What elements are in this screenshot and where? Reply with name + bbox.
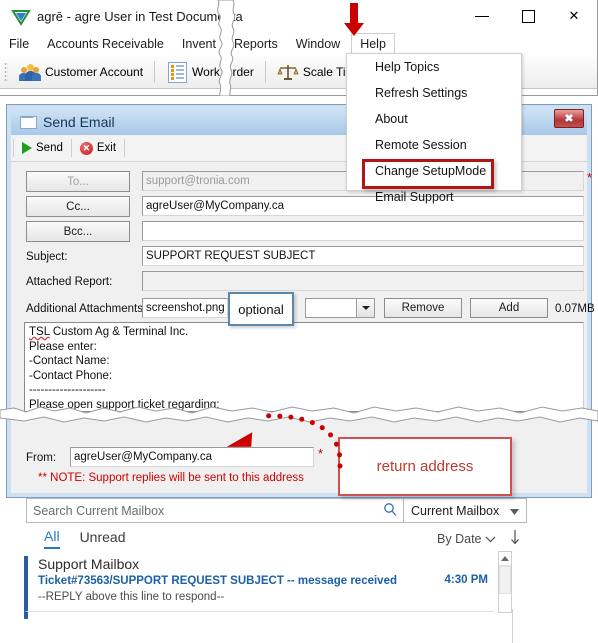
bcc-field[interactable]	[142, 221, 584, 241]
body-line-4: -Contact Phone:	[29, 369, 113, 382]
tab-all[interactable]: All	[44, 528, 60, 549]
attached-report-field[interactable]	[142, 271, 584, 291]
agre-triangle-logo-icon	[11, 8, 31, 26]
from-label: From:	[26, 452, 57, 464]
subject-field[interactable]: SUPPORT REQUEST SUBJECT	[142, 246, 584, 266]
red-x-circle-icon: ✕	[79, 141, 93, 155]
subject-label: Subject:	[26, 251, 68, 263]
search-placeholder: Search Current Mailbox	[33, 503, 165, 518]
toolbar-separator	[154, 61, 156, 83]
mailbox-scope-dropdown[interactable]: Current Mailbox	[404, 498, 527, 523]
green-play-icon	[22, 142, 32, 154]
maximize-button[interactable]	[505, 0, 551, 32]
cc-button[interactable]: Cc...	[26, 196, 130, 217]
toolbar-button-customer-account[interactable]: Customer Account	[12, 60, 150, 84]
outlook-filter-tabs: All Unread	[44, 528, 125, 549]
send-button[interactable]: Send	[14, 140, 71, 156]
menu-item-window[interactable]: Window	[287, 33, 349, 55]
sort-by-date-button[interactable]: By Date	[437, 532, 496, 546]
email-body-textarea[interactable]: TSL Custom Ag & Terminal Inc. Please ent…	[24, 322, 584, 412]
help-menu-item-help-topics[interactable]: Help Topics	[347, 54, 521, 80]
mail-list-item[interactable]: Support Mailbox Ticket#73563/SUPPORT REQ…	[24, 556, 494, 612]
minimize-icon	[475, 15, 489, 17]
callout-optional: optional	[228, 292, 294, 326]
body-line-1-rest: Custom Ag & Terminal Inc.	[49, 326, 189, 338]
chevron-down-icon	[510, 504, 519, 518]
exit-button[interactable]: ✕ Exit	[72, 140, 124, 157]
message-sender: Support Mailbox	[38, 556, 140, 572]
bcc-button[interactable]: Bcc...	[26, 221, 130, 242]
toolbar-label-customer-account: Customer Account	[45, 65, 144, 79]
people-icon	[19, 62, 41, 82]
attachment-name-field[interactable]: screenshot.png	[142, 298, 228, 318]
chevron-down-icon	[356, 299, 374, 317]
message-time: 4:30 PM	[444, 574, 488, 586]
body-line-2: Please enter:	[29, 340, 97, 353]
window-controls: ✕	[459, 0, 597, 32]
dialog-toolbar-separator	[124, 139, 126, 157]
to-required-marker: *	[587, 170, 593, 185]
body-line-3: -Contact Name:	[29, 355, 110, 367]
toolbar-separator	[264, 61, 266, 83]
close-button[interactable]: ✕	[551, 0, 597, 32]
scale-balance-icon	[277, 62, 299, 82]
toolbar-grip-handle[interactable]	[4, 62, 8, 82]
dotted-red-arrow-annotation	[200, 408, 350, 481]
toolbar-button-work-order[interactable]: Work Order	[159, 60, 261, 84]
scrollbar-thumb[interactable]	[499, 566, 511, 594]
mail-list-scrollbar[interactable]	[498, 551, 512, 613]
sort-direction-button[interactable]	[510, 530, 520, 548]
scroll-up-icon[interactable]	[499, 552, 511, 566]
chevron-down-icon	[485, 532, 496, 546]
maximize-icon	[521, 9, 535, 23]
callout-return-address: return address	[338, 437, 512, 496]
dialog-title: Send Email	[43, 114, 115, 130]
additional-attachments-label: Additional Attachments	[26, 303, 143, 315]
toolbar-label-work-order: Work Order	[192, 65, 254, 79]
mail-list-item-accent-strip	[24, 612, 28, 619]
help-menu-item-remote-session[interactable]: Remote Session	[347, 132, 521, 158]
body-line-5: --------------------	[29, 384, 106, 396]
tab-unread[interactable]: Unread	[80, 529, 126, 548]
message-subject: Ticket#73563/SUPPORT REQUEST SUBJECT -- …	[38, 575, 397, 587]
minimize-button[interactable]	[459, 0, 505, 32]
help-menu-item-about[interactable]: About	[347, 106, 521, 132]
menu-item-reports[interactable]: Reports	[225, 33, 287, 55]
add-attachment-button[interactable]: Add	[470, 298, 548, 318]
email-support-highlight-box	[362, 159, 494, 189]
red-pointer-arrow	[341, 3, 367, 42]
send-button-label: Send	[36, 142, 63, 154]
mailbox-scope-value: Current Mailbox	[411, 503, 500, 518]
to-button[interactable]: To...	[26, 171, 130, 192]
app-titlebar: agrē - agre User in Test Documenta ✕	[0, 0, 597, 33]
magnifier-icon	[383, 502, 397, 519]
attachment-size-label: 0.07MB	[555, 303, 595, 315]
menu-item-file[interactable]: File	[0, 33, 38, 55]
attachment-dropdown[interactable]	[305, 298, 375, 318]
sort-label: By Date	[437, 532, 482, 546]
outlook-sort-controls: By Date	[437, 530, 520, 548]
menu-item-inventory[interactable]: Invent	[173, 33, 225, 55]
outlook-mail-pane: Search Current Mailbox Current Mailbox A…	[6, 494, 592, 643]
outlook-search-row: Search Current Mailbox Current Mailbox	[26, 498, 527, 523]
body-misspelled-word: TSL	[29, 326, 50, 338]
search-input[interactable]: Search Current Mailbox	[26, 498, 404, 523]
remove-attachment-button[interactable]: Remove	[384, 298, 462, 318]
help-menu-item-refresh-settings[interactable]: Refresh Settings	[347, 80, 521, 106]
dialog-close-button[interactable]: ✖	[554, 109, 584, 128]
document-list-icon	[166, 62, 188, 83]
menu-item-accounts-receivable[interactable]: Accounts Receivable	[38, 33, 173, 55]
app-title: agrē - agre User in Test Documenta	[37, 9, 243, 24]
envelope-icon	[20, 115, 37, 129]
message-preview: --REPLY above this line to respond--	[38, 591, 225, 603]
exit-button-label: Exit	[96, 142, 117, 154]
pane-divider	[512, 609, 513, 643]
attached-report-label: Attached Report:	[26, 276, 113, 288]
